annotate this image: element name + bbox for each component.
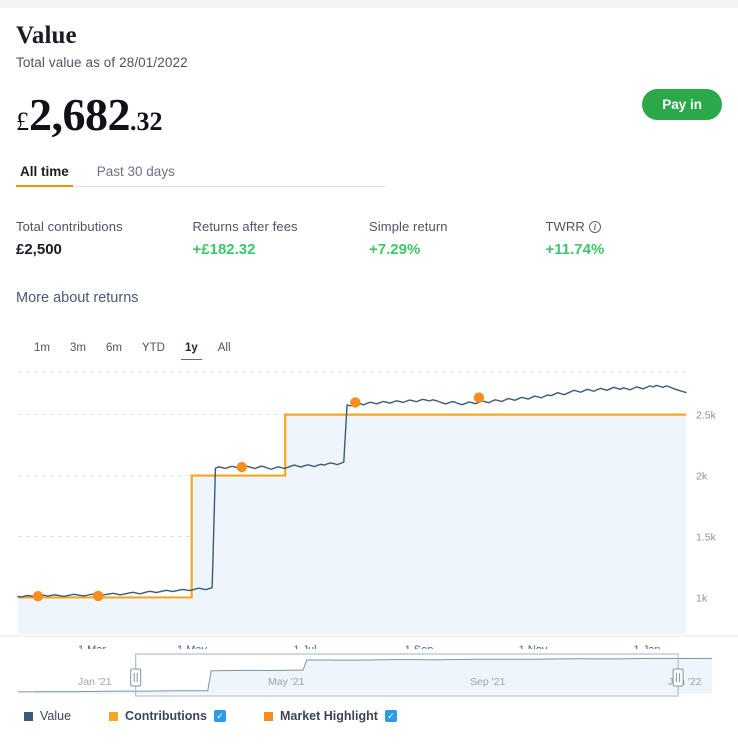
value-decimal: .32: [130, 106, 163, 136]
value-integer: 2,682: [29, 88, 131, 140]
stat-returns-after-fees: Returns after fees +£182.32: [193, 219, 370, 258]
stat-label-text: Total contributions: [16, 219, 123, 234]
stat-label: TWRR i: [546, 219, 723, 234]
legend-item-value[interactable]: Value: [24, 709, 71, 723]
navigator-handle-left[interactable]: [130, 668, 142, 687]
stat-label-text: Returns after fees: [192, 219, 298, 234]
svg-text:1k: 1k: [696, 592, 708, 604]
legend-swatch-icon: [24, 711, 33, 721]
tab-past-30-days[interactable]: Past 30 days: [93, 164, 179, 186]
stat-label: Returns after fees: [193, 219, 370, 234]
top-strip: [0, 0, 738, 8]
checkmark-icon[interactable]: ✓: [213, 710, 226, 722]
range-6m[interactable]: 6m: [96, 339, 132, 359]
svg-text:2.5k: 2.5k: [696, 410, 717, 422]
page-subtitle: Total value as of 28/01/2022: [16, 54, 188, 70]
navigator-svg[interactable]: Jan '21 May '21 Sep '21 Jan '22: [0, 652, 738, 704]
checkmark-icon[interactable]: ✓: [384, 710, 397, 722]
legend-label: Value: [40, 709, 72, 723]
range-all[interactable]: All: [208, 339, 241, 359]
stat-label: Total contributions: [16, 219, 193, 234]
range-ytd[interactable]: YTD: [132, 339, 175, 359]
stat-value: +11.74%: [545, 241, 605, 258]
chart-legend: Value Contributions ✓ Market Highlight ✓: [24, 709, 435, 723]
svg-text:2k: 2k: [696, 471, 708, 483]
legend-item-contributions[interactable]: Contributions ✓: [109, 709, 226, 723]
range-1m[interactable]: 1m: [24, 339, 60, 359]
range-3m[interactable]: 3m: [60, 339, 96, 359]
stat-label-text: Simple return: [369, 219, 448, 234]
value-page: Value Total value as of 28/01/2022 £2,68…: [0, 0, 738, 749]
stat-twrr: TWRR i +11.74%: [546, 219, 723, 258]
currency-symbol: £: [16, 106, 29, 136]
svg-text:1 Sep: 1 Sep: [405, 644, 434, 649]
legend-label: Contributions: [125, 709, 207, 723]
more-about-returns-link[interactable]: More about returns: [16, 290, 139, 306]
legend-label: Market Highlight: [279, 709, 378, 723]
navigator-handle-right[interactable]: [672, 668, 684, 687]
chart-svg[interactable]: 1k 1.5k 2k 2.5k 1 Mar 1 May 1 Jul 1 Sep 1 Nov 1 J…: [0, 364, 738, 649]
pay-in-button[interactable]: Pay in: [642, 89, 722, 120]
range-selector: 1m 3m 6m YTD 1y All: [24, 339, 241, 360]
svg-text:1 Jul: 1 Jul: [293, 644, 316, 649]
stat-value: £2,500: [16, 241, 62, 258]
chart-navigator[interactable]: Jan '21 May '21 Sep '21 Jan '22: [0, 652, 738, 704]
legend-swatch-icon: [263, 711, 273, 721]
stat-value: +£182.32: [192, 241, 256, 258]
svg-text:Jan '21: Jan '21: [78, 676, 112, 688]
total-value: £2,682.32: [16, 88, 722, 140]
tab-all-time[interactable]: All time: [16, 164, 73, 187]
info-icon[interactable]: i: [588, 220, 601, 233]
svg-text:Sep '21: Sep '21: [470, 676, 505, 688]
svg-text:1 May: 1 May: [177, 644, 207, 649]
stat-total-contributions: Total contributions £2,500: [16, 219, 193, 258]
svg-text:1.5k: 1.5k: [696, 532, 717, 544]
svg-text:1 Nov: 1 Nov: [519, 644, 548, 649]
page-title: Value: [16, 22, 77, 49]
stat-label-text: TWRR: [545, 219, 585, 234]
svg-text:1 Jan: 1 Jan: [634, 644, 661, 649]
range-1y[interactable]: 1y: [175, 339, 208, 360]
stat-value: +7.29%: [369, 241, 421, 258]
svg-text:May '21: May '21: [268, 676, 305, 688]
legend-swatch-icon: [109, 711, 119, 721]
legend-item-market-highlight[interactable]: Market Highlight ✓: [263, 709, 397, 723]
stats-row: Total contributions £2,500 Returns after…: [16, 219, 722, 258]
value-chart[interactable]: 1k 1.5k 2k 2.5k 1 Mar 1 May 1 Jul 1 Sep 1 Nov 1 J…: [0, 364, 738, 649]
stat-simple-return: Simple return +7.29%: [369, 219, 546, 258]
period-tabs: All time Past 30 days: [16, 164, 386, 187]
svg-text:1 Mar: 1 Mar: [78, 644, 106, 649]
stat-label: Simple return: [369, 219, 546, 234]
header: Value Total value as of 28/01/2022 £2,68…: [16, 22, 722, 138]
